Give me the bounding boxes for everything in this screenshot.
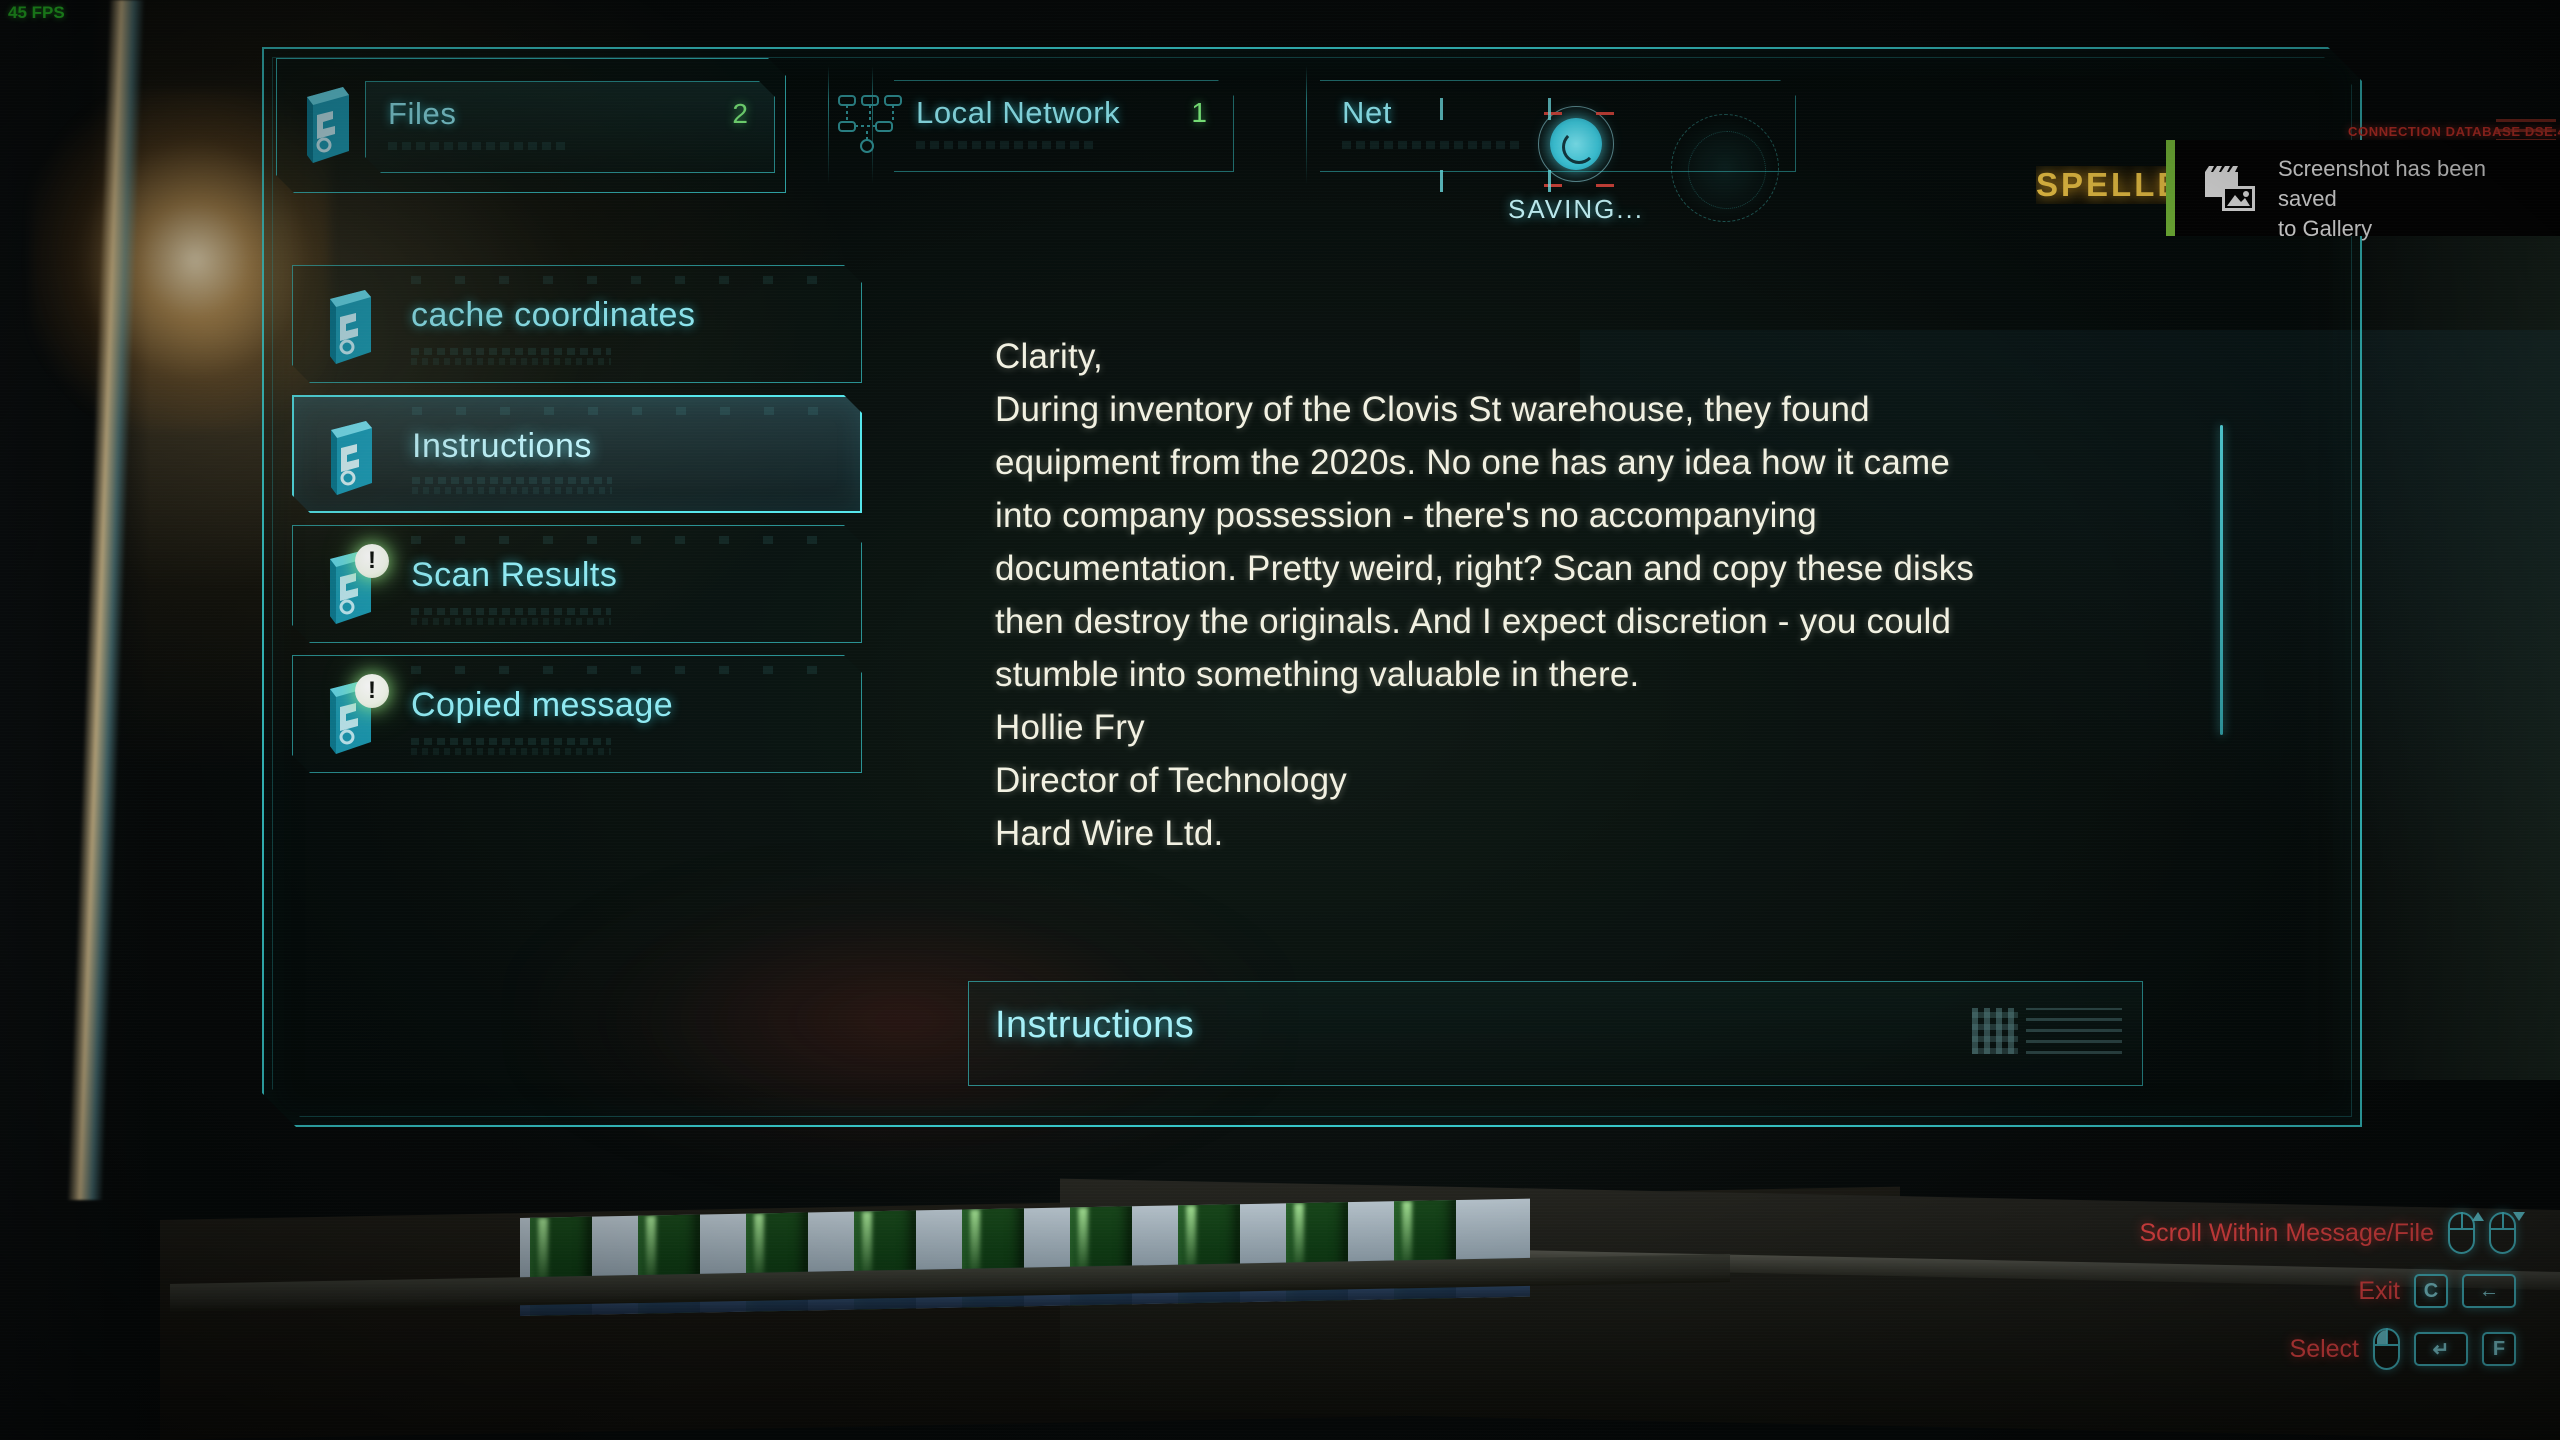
hint-scroll: Scroll Within Message/File xyxy=(2096,1210,2525,1256)
message-line: stumble into something valuable in there… xyxy=(995,655,1640,694)
tab-files[interactable]: Files 2 xyxy=(276,58,786,193)
tab-net-inner: Net xyxy=(1320,80,1796,172)
tab-files-microtext xyxy=(388,142,568,164)
message-line: then destroy the originals. And I expect… xyxy=(995,602,1952,641)
message-line: Hollie Fry xyxy=(995,708,1145,747)
tab-net[interactable]: Net xyxy=(1306,58,1806,193)
message-body: Clarity, During inventory of the Clovis … xyxy=(995,330,2175,860)
game-screen: 45 FPS Files 2 Local Network 1 SAVING...… xyxy=(0,0,2560,1440)
message-line: documentation. Pretty weird, right? Scan… xyxy=(995,549,1975,588)
tab-local-network-inner: Local Network 1 xyxy=(894,80,1234,172)
tab-files-count: 2 xyxy=(732,98,748,129)
mouse-scroll-down-icon[interactable] xyxy=(2489,1212,2525,1254)
key-f[interactable]: F xyxy=(2482,1332,2516,1366)
file-item-instructions[interactable]: Instructions xyxy=(292,395,862,513)
file-item-label: cache coordinates xyxy=(411,296,696,334)
file-microtext xyxy=(411,738,611,758)
notification-line-2: to Gallery xyxy=(2278,216,2373,241)
message-line: Hard Wire Ltd. xyxy=(995,814,1224,853)
file-microtext xyxy=(411,608,611,628)
file-microtext-top xyxy=(411,276,831,284)
file-item-copied-message[interactable]: ! Copied message xyxy=(292,655,862,773)
notification-message: Screenshot has been saved to Gallery xyxy=(2278,154,2540,244)
key-c[interactable]: C xyxy=(2414,1274,2448,1308)
alert-icon: ! xyxy=(355,544,389,578)
message-line: During inventory of the Clovis St wareho… xyxy=(995,390,1870,429)
control-hints: Scroll Within Message/File Exit C ← Sele… xyxy=(2096,1210,2525,1384)
left-mouse-button-icon[interactable] xyxy=(2373,1328,2400,1370)
tab-net-microtext xyxy=(1342,141,1522,163)
file-microtext-top xyxy=(411,536,831,544)
mouse-scroll-up-icon[interactable] xyxy=(2448,1212,2484,1254)
file-item-scan-results[interactable]: ! Scan Results xyxy=(292,525,862,643)
barcode-icon xyxy=(1972,1008,2018,1054)
hint-exit: Exit C ← xyxy=(2096,1268,2516,1314)
file-microtext-top xyxy=(411,666,831,674)
page-title: Instructions xyxy=(995,1004,1195,1046)
file-item-label: Instructions xyxy=(412,427,592,465)
tab-local-network[interactable]: Local Network 1 xyxy=(836,58,1256,193)
message-line: Director of Technology xyxy=(995,761,1347,800)
file-microtext-top xyxy=(412,407,832,415)
shard-icon xyxy=(322,419,382,497)
hint-exit-label: Exit xyxy=(2358,1276,2400,1305)
file-item-cache-coordinates[interactable]: cache coordinates xyxy=(292,265,862,383)
glyph-microtext xyxy=(2026,1008,2122,1054)
arrow-up-icon xyxy=(2472,1212,2484,1221)
lmb-highlight xyxy=(2377,1330,2387,1344)
notification-accent-bar xyxy=(2166,140,2175,236)
tab-separator xyxy=(1306,66,1307,184)
tab-files-inner: Files 2 xyxy=(365,81,775,173)
tab-files-label: Files xyxy=(388,96,457,131)
tab-net-label: Net xyxy=(1342,95,1393,130)
file-list: cache coordinates Instructions ! Scan Re… xyxy=(292,265,862,785)
saving-label: SAVING... xyxy=(1508,194,1644,224)
hint-select: Select ↵ F xyxy=(2096,1326,2516,1372)
file-item-label: Copied message xyxy=(411,686,674,724)
neon-sign: SPELLBOU xyxy=(2036,166,2166,203)
hint-select-label: Select xyxy=(2289,1334,2359,1363)
shard-icon xyxy=(321,288,381,366)
notification-toast: Screenshot has been saved to Gallery xyxy=(2166,140,2560,241)
decorative-glyphs xyxy=(1972,1008,2122,1062)
tab-local-network-count: 1 xyxy=(1191,97,1207,128)
enter-icon[interactable]: ↵ xyxy=(2414,1332,2468,1366)
file-microtext xyxy=(411,348,611,368)
backspace-icon[interactable]: ← xyxy=(2462,1274,2516,1308)
message-line: equipment from the 2020s. No one has any… xyxy=(995,443,1951,482)
notification-line-1: Screenshot has been saved xyxy=(2278,156,2486,211)
tab-local-network-microtext xyxy=(916,141,1096,163)
message-line: Clarity, xyxy=(995,337,1103,376)
file-title-plate: Instructions xyxy=(968,981,2143,1086)
arrow-down-icon xyxy=(2513,1212,2525,1221)
tab-local-network-label: Local Network xyxy=(916,95,1121,130)
file-microtext xyxy=(412,477,612,497)
message-scrollbar[interactable] xyxy=(2220,425,2223,735)
hint-scroll-label: Scroll Within Message/File xyxy=(2139,1218,2434,1247)
shard-icon xyxy=(297,85,359,165)
screenshot-gallery-icon xyxy=(2204,164,2256,212)
message-line: into company possession - there's no acc… xyxy=(995,496,1817,535)
tab-separator xyxy=(828,66,829,184)
alert-icon: ! xyxy=(355,674,389,708)
file-item-label: Scan Results xyxy=(411,556,618,594)
tab-bar: Files 2 Local Network 1 SAVING... Net xyxy=(276,58,1806,224)
fps-counter: 45 FPS xyxy=(8,3,65,22)
